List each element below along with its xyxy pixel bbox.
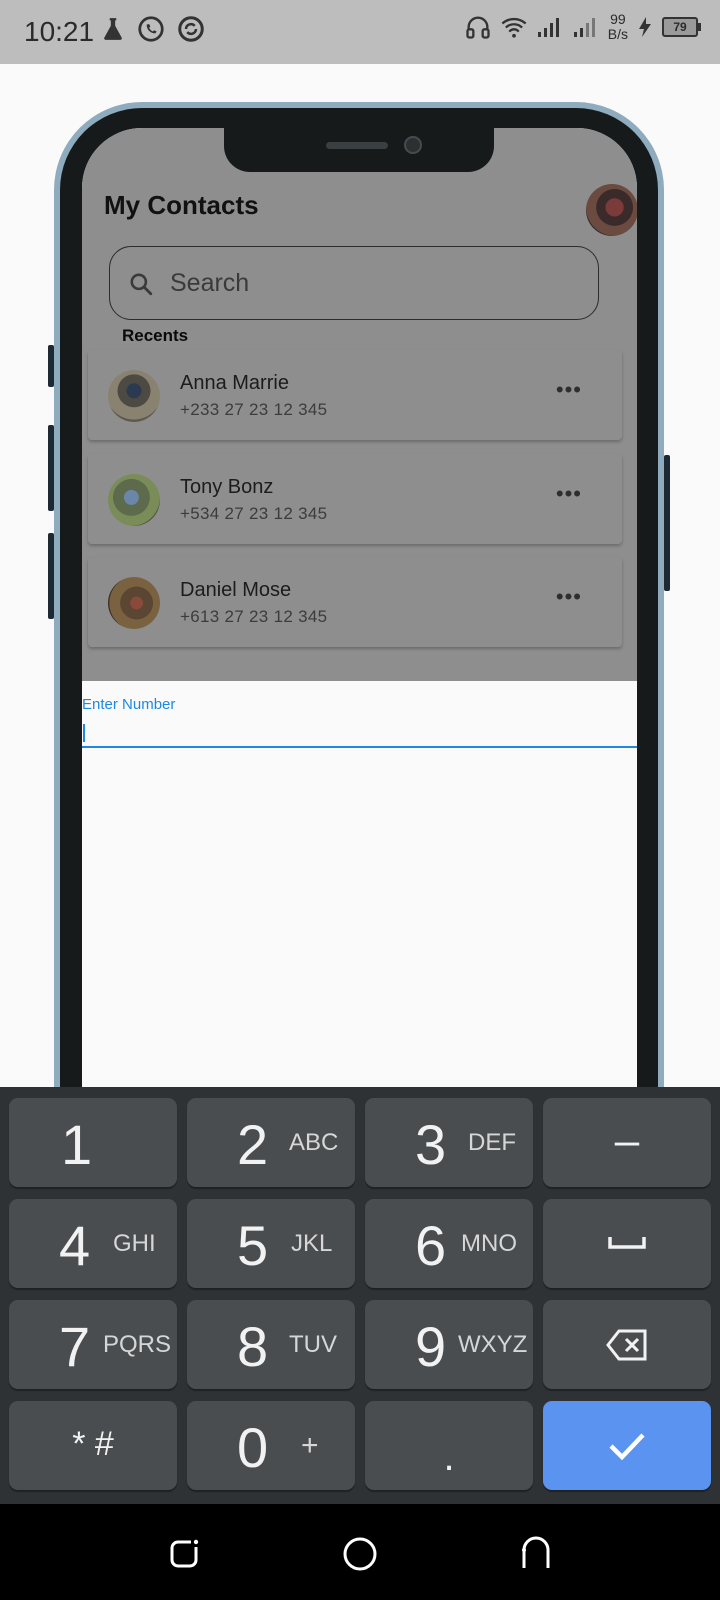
contact-avatar — [108, 370, 160, 422]
confirm-key[interactable] — [543, 1401, 711, 1490]
flask-icon — [104, 18, 122, 40]
check-icon — [609, 1433, 645, 1461]
contact-name: Anna Marrie — [180, 372, 289, 394]
key-letters: ABC — [289, 1129, 339, 1156]
key-digit: 3 — [415, 1113, 447, 1176]
key-6[interactable]: 6 MNO — [365, 1199, 533, 1288]
space-key[interactable] — [543, 1199, 711, 1288]
search-placeholder: Search — [170, 269, 250, 297]
star-hash-key[interactable]: * # — [9, 1401, 177, 1490]
key-digit: 0 — [237, 1416, 269, 1479]
speaker-grille — [326, 142, 388, 149]
contact-phone: +534 27 23 12 345 — [180, 504, 328, 523]
contact-name: Tony Bonz — [180, 476, 274, 498]
key-letters: GHI — [113, 1230, 156, 1257]
key-5[interactable]: 5 JKL — [187, 1199, 355, 1288]
charging-icon — [639, 17, 651, 37]
notch — [224, 128, 494, 172]
contact-card[interactable]: Anna Marrie +233 27 23 12 345 ••• — [88, 350, 622, 440]
number-input[interactable] — [82, 708, 637, 748]
key-digit: 9 — [415, 1315, 447, 1378]
contacts-overlay: My Contacts Search Recents Anna Marrie +… — [82, 128, 637, 681]
contact-phone: +613 27 23 12 345 — [180, 607, 328, 626]
whatsapp-icon — [138, 16, 164, 42]
signal-icon — [537, 18, 559, 37]
key-3[interactable]: 3 DEF — [365, 1098, 533, 1187]
search-icon — [130, 273, 153, 296]
key-digit: 6 — [415, 1214, 447, 1277]
status-time: 10:21 — [24, 16, 95, 47]
key-8[interactable]: 8 TUV — [187, 1300, 355, 1389]
profile-avatar[interactable] — [586, 184, 637, 236]
key-letters: WXYZ — [458, 1331, 528, 1358]
key-digit: 5 — [237, 1214, 269, 1277]
key-7[interactable]: 7 PQRS — [9, 1300, 177, 1389]
key-digit: 7 — [59, 1315, 91, 1378]
contact-avatar — [108, 474, 160, 526]
contact-name: Daniel Mose — [180, 579, 292, 601]
text-cursor — [83, 724, 85, 742]
contact-avatar — [108, 577, 160, 629]
space-icon — [608, 1237, 646, 1249]
contact-card[interactable]: Tony Bonz +534 27 23 12 345 ••• — [88, 454, 622, 544]
back-icon[interactable] — [516, 1534, 556, 1574]
dash-key[interactable]: – — [543, 1098, 711, 1187]
key-symbol: – — [614, 1116, 640, 1165]
sync-icon — [178, 16, 204, 42]
recents-heading: Recents — [122, 326, 189, 345]
more-icon[interactable]: ••• — [556, 586, 582, 608]
side-button — [48, 425, 54, 511]
key-digit: 8 — [237, 1315, 269, 1378]
navigation-bar — [0, 1504, 720, 1600]
network-speed: 99 B/s — [607, 11, 628, 42]
status-bar: 10:21 99 B/s 79 — [0, 0, 720, 64]
key-letters: JKL — [291, 1230, 333, 1257]
key-2[interactable]: 2 ABC — [187, 1098, 355, 1187]
key-digit: 2 — [237, 1113, 269, 1176]
search-input[interactable]: Search — [109, 246, 599, 320]
backspace-icon — [606, 1329, 647, 1361]
key-digit: 4 — [59, 1214, 91, 1277]
dot-key[interactable]: . — [365, 1401, 533, 1490]
numeric-keypad: 1 2 ABC 3 DEF – 4 GHI 5 JKL 6 MNO 7 PQRS… — [0, 1087, 720, 1504]
key-letters: TUV — [289, 1331, 337, 1358]
wifi-icon — [501, 17, 527, 38]
key-1[interactable]: 1 — [9, 1098, 177, 1187]
side-button — [48, 345, 54, 387]
recents-icon[interactable] — [164, 1534, 204, 1574]
home-icon[interactable] — [340, 1534, 380, 1574]
key-letters: MNO — [461, 1230, 517, 1257]
battery-level: 79 — [673, 20, 687, 34]
page-title: My Contacts — [104, 190, 259, 220]
side-button — [48, 533, 54, 619]
contact-phone: +233 27 23 12 345 — [180, 400, 328, 419]
signal-icon — [573, 18, 595, 37]
contact-card[interactable]: Daniel Mose +613 27 23 12 345 ••• — [88, 557, 622, 647]
backspace-key[interactable] — [543, 1300, 711, 1389]
more-icon[interactable]: ••• — [556, 379, 582, 401]
key-4[interactable]: 4 GHI — [9, 1199, 177, 1288]
key-symbol: * # — [72, 1425, 114, 1463]
app-screen: My Contacts Search Recents Anna Marrie +… — [82, 128, 637, 1088]
key-letters: + — [301, 1429, 319, 1462]
headphones-icon — [466, 16, 490, 39]
key-letters: PQRS — [103, 1331, 172, 1358]
key-9[interactable]: 9 WXYZ — [365, 1300, 533, 1389]
side-button — [664, 455, 670, 591]
battery-icon: 79 — [662, 17, 701, 37]
camera-icon — [404, 136, 422, 154]
key-digit: 1 — [61, 1113, 93, 1176]
key-letters: DEF — [468, 1129, 516, 1156]
key-0[interactable]: 0 + — [187, 1401, 355, 1490]
more-icon[interactable]: ••• — [556, 483, 582, 505]
key-symbol: . — [443, 1435, 455, 1479]
